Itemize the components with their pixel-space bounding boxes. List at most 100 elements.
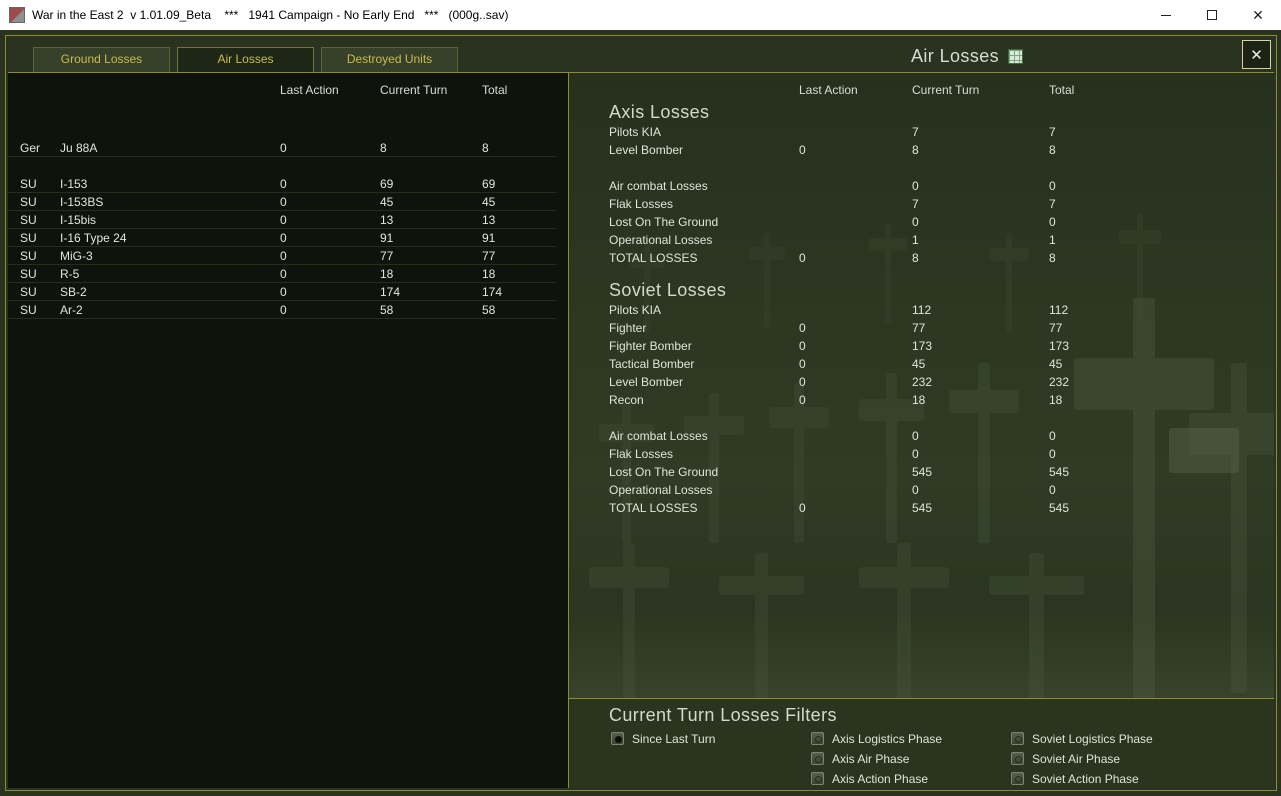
- filter-soviet-logistics-phase[interactable]: Soviet Logistics Phase: [1011, 731, 1153, 746]
- right-table-header: Last Action Current Turn Total: [569, 83, 1274, 98]
- loss-label: TOTAL LOSSES: [609, 251, 698, 265]
- axis-action-phase-checkbox[interactable]: [811, 772, 824, 785]
- page-title: Air Losses: [911, 46, 1024, 67]
- tab-ground-losses[interactable]: Ground Losses: [33, 47, 170, 72]
- nation-label: SU: [20, 176, 37, 191]
- last-action-value: 0: [799, 251, 806, 265]
- aircraft-label: Ju 88A: [60, 140, 98, 155]
- filter-axis-action-phase[interactable]: Axis Action Phase: [811, 772, 942, 786]
- loss-row-total: TOTAL LOSSES 0 8 8: [569, 249, 1274, 267]
- losses-tabs: Ground Losses Air Losses Destroyed Units: [33, 47, 458, 72]
- filter-label: Soviet Logistics Phase: [1032, 731, 1153, 746]
- filter-soviet-air-phase[interactable]: Soviet Air Phase: [1011, 752, 1153, 766]
- last-action-value: 0: [280, 230, 287, 245]
- window-close-button[interactable]: ✕: [1235, 0, 1281, 30]
- total-value: 0: [1049, 179, 1056, 193]
- current-turn-value: 112: [912, 303, 932, 317]
- maximize-button[interactable]: [1189, 0, 1235, 30]
- filter-label: Since Last Turn: [632, 731, 716, 746]
- page-title-text: Air Losses: [911, 46, 1000, 66]
- current-turn-value: 45: [380, 194, 394, 209]
- loss-label: Pilots KIA: [609, 303, 662, 317]
- screen-close-button[interactable]: ✕: [1242, 40, 1271, 69]
- app-icon: [9, 7, 25, 23]
- total-value: 0: [1049, 447, 1056, 461]
- last-action-value: 0: [280, 212, 287, 227]
- current-turn-value: 545: [912, 465, 933, 479]
- spreadsheet-icon[interactable]: [1008, 49, 1024, 64]
- total-value: 45: [1049, 357, 1063, 371]
- filter-since-last-turn[interactable]: Since Last Turn: [611, 731, 716, 746]
- current-turn-value: 545: [912, 501, 933, 515]
- aircraft-label: I-15bis: [60, 212, 97, 227]
- table-row: SU I-153BS 0 45 45: [8, 193, 556, 211]
- loss-label: Level Bomber: [609, 375, 684, 389]
- current-turn-value: 77: [380, 248, 394, 263]
- aircraft-label: Ar-2: [60, 302, 83, 317]
- loss-label: Recon: [609, 393, 644, 407]
- total-value: 8: [482, 140, 489, 155]
- total-value: 0: [1049, 429, 1056, 443]
- maximize-icon: [1207, 10, 1217, 20]
- current-turn-value: 7: [912, 197, 919, 211]
- col-total: Total: [1049, 83, 1075, 97]
- table-row: SU I-153 0 69 69: [8, 175, 556, 193]
- axis-losses-heading: Axis Losses: [609, 102, 710, 122]
- current-turn-value: 69: [380, 176, 394, 191]
- total-value: 8: [1049, 251, 1056, 265]
- tab-label: Air Losses: [217, 52, 274, 66]
- filter-column-axis: Axis Logistics Phase Axis Air Phase Axis…: [811, 732, 942, 786]
- tab-destroyed-units[interactable]: Destroyed Units: [321, 47, 458, 72]
- soviet-logistics-phase-checkbox[interactable]: [1011, 732, 1024, 745]
- current-turn-value: 18: [380, 266, 394, 281]
- last-action-value: 0: [280, 284, 287, 299]
- total-value: 0: [1049, 483, 1056, 497]
- filter-column-since: Since Last Turn: [611, 731, 716, 746]
- filter-soviet-action-phase[interactable]: Soviet Action Phase: [1011, 772, 1153, 786]
- total-value: 77: [482, 248, 496, 263]
- tab-air-losses[interactable]: Air Losses: [177, 47, 314, 72]
- col-last-action: Last Action: [799, 83, 858, 97]
- last-action-value: 0: [799, 501, 806, 515]
- aircraft-label: R-5: [60, 266, 80, 281]
- axis-air-phase-checkbox[interactable]: [811, 752, 824, 765]
- loss-row: Fighter Bomber 0 173 173: [569, 337, 1274, 355]
- soviet-air-phase-checkbox[interactable]: [1011, 752, 1024, 765]
- game-area: Ground Losses Air Losses Destroyed Units…: [0, 30, 1281, 796]
- content-area: Last Action Current Turn Total Ger Ju 88…: [8, 72, 1274, 788]
- total-value: 7: [1049, 197, 1056, 211]
- current-turn-value: 7: [912, 125, 919, 139]
- total-value: 0: [1049, 215, 1056, 229]
- total-value: 69: [482, 176, 496, 191]
- tab-label: Destroyed Units: [346, 52, 433, 66]
- total-value: 58: [482, 302, 496, 317]
- loss-row: Pilots KIA 112 112: [569, 301, 1274, 319]
- total-value: 173: [1049, 339, 1070, 353]
- loss-row: Operational Losses 0 0: [569, 481, 1274, 499]
- loss-row: Lost On The Ground 545 545: [569, 463, 1274, 481]
- current-turn-value: 232: [912, 375, 933, 389]
- filter-axis-air-phase[interactable]: Axis Air Phase: [811, 752, 942, 766]
- last-action-value: 0: [799, 339, 806, 353]
- tab-label: Ground Losses: [60, 52, 143, 66]
- total-value: 91: [482, 230, 496, 245]
- soviet-action-phase-checkbox[interactable]: [1011, 772, 1024, 785]
- last-action-value: 0: [280, 140, 287, 155]
- row-spacer: [569, 409, 1274, 427]
- current-turn-value: 8: [912, 143, 919, 157]
- current-turn-value: 0: [912, 483, 919, 497]
- filter-column-soviet: Soviet Logistics Phase Soviet Air Phase …: [1011, 731, 1153, 786]
- loss-label: Pilots KIA: [609, 125, 662, 139]
- axis-logistics-phase-checkbox[interactable]: [811, 732, 824, 745]
- col-total: Total: [482, 83, 508, 97]
- since-last-turn-radio[interactable]: [611, 732, 624, 745]
- current-turn-value: 18: [912, 393, 926, 407]
- filter-axis-logistics-phase[interactable]: Axis Logistics Phase: [811, 732, 942, 746]
- loss-label: Operational Losses: [609, 233, 713, 247]
- minimize-button[interactable]: [1143, 0, 1189, 30]
- loss-row: Level Bomber 0 232 232: [569, 373, 1274, 391]
- loss-label: Tactical Bomber: [609, 357, 695, 371]
- loss-label: Flak Losses: [609, 447, 674, 461]
- loss-row: Flak Losses 7 7: [569, 195, 1274, 213]
- loss-row-total: TOTAL LOSSES 0 545 545: [569, 499, 1274, 517]
